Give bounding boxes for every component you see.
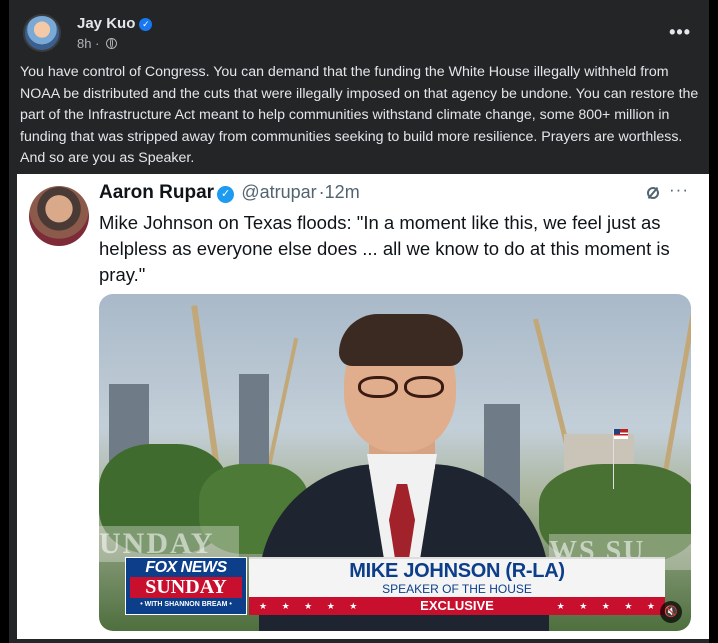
- tweet-more-icon: ···: [669, 180, 689, 199]
- meta-separator: ·: [95, 36, 100, 51]
- post-meta: 8h ·: [77, 36, 118, 51]
- stars-decoration-left: ★ ★ ★ ★ ★: [259, 601, 364, 611]
- lower-third-name: MIKE JOHNSON (R-LA): [349, 560, 565, 582]
- grok-icon: [647, 187, 659, 199]
- more-options-icon[interactable]: •••: [669, 22, 691, 43]
- lower-third-title: SPEAKER OF THE HOUSE: [382, 582, 532, 596]
- exclusive-bar: ★ ★ ★ ★ ★ EXCLUSIVE ★ ★ ★ ★ ★: [249, 597, 665, 615]
- video-frame: UNDAY WS SU FOX NEWS SUNDAY • WITH SHANN…: [99, 294, 691, 631]
- tweet-handle: @atrupar: [241, 182, 317, 202]
- speaker-glasses: [354, 376, 446, 400]
- verified-badge-icon: ✓: [139, 17, 153, 31]
- network-name: FOX NEWS: [145, 559, 227, 576]
- author-avatar[interactable]: [23, 14, 61, 52]
- post-header: Jay Kuo ✓ 8h · •••: [23, 14, 695, 56]
- author-name-link[interactable]: Jay Kuo ✓: [77, 15, 153, 32]
- fox-news-sunday-logo: FOX NEWS SUNDAY • WITH SHANNON BREAM •: [125, 557, 247, 615]
- tweet-verified-icon: ✓: [217, 186, 235, 203]
- tweet-time: ·12m: [318, 182, 360, 202]
- stars-decoration-right: ★ ★ ★ ★ ★: [556, 601, 661, 611]
- facebook-post: Jay Kuo ✓ 8h · ••• You have control of Co…: [9, 0, 709, 643]
- crane-structure: [659, 297, 691, 495]
- exclusive-label: EXCLUSIVE: [420, 598, 494, 613]
- mute-icon: 🔇: [660, 601, 682, 623]
- american-flag: [614, 429, 628, 439]
- post-time[interactable]: 8h: [77, 36, 91, 51]
- post-text: You have control of Congress. You can de…: [20, 64, 699, 166]
- lower-third-name-bar: MIKE JOHNSON (R-LA) SPEAKER OF THE HOUSE: [249, 557, 665, 599]
- speaker-hair: [339, 314, 463, 366]
- tweet-author-avatar: [29, 186, 89, 246]
- show-name: SUNDAY: [130, 577, 242, 598]
- host-name: • WITH SHANNON BREAM •: [140, 601, 232, 608]
- tweet-text: Mike Johnson on Texas floods: "In a mome…: [99, 212, 670, 285]
- embedded-tweet-image[interactable]: Aaron Rupar ✓ @atrupar ·12m ··· Mike Johns…: [17, 174, 709, 639]
- tweet-author-name: Aaron Rupar: [99, 182, 215, 203]
- news-lower-third: FOX NEWS SUNDAY • WITH SHANNON BREAM • M…: [125, 557, 665, 615]
- tweet-header: Aaron Rupar ✓ @atrupar ·12m: [99, 182, 360, 204]
- globe-icon: [106, 38, 118, 49]
- author-name[interactable]: Jay Kuo: [77, 15, 135, 32]
